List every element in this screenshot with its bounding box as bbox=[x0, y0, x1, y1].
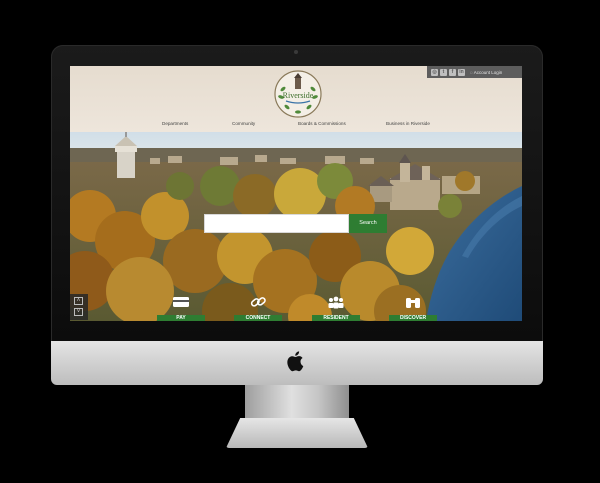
quick-link-connect[interactable]: CONNECT bbox=[234, 294, 282, 321]
quick-link-resident[interactable]: RESIDENT bbox=[312, 294, 360, 321]
website-screen: ◎ t f in ◌ Account Login Riverside Depar… bbox=[70, 66, 522, 321]
instagram-icon[interactable]: ◎ bbox=[431, 68, 438, 76]
search-button[interactable]: Search bbox=[349, 214, 387, 233]
account-login-link[interactable]: ◌ Account Login bbox=[470, 70, 502, 75]
slide-controls: ˄ ˅ bbox=[70, 294, 88, 320]
link-chain-icon bbox=[250, 297, 266, 307]
nav-community[interactable]: Community bbox=[232, 121, 255, 126]
nav-departments[interactable]: Departments bbox=[162, 121, 188, 126]
monitor-stand-neck bbox=[245, 385, 349, 421]
quick-link-discover[interactable]: DISCOVER bbox=[389, 294, 437, 321]
search-input[interactable] bbox=[204, 214, 349, 233]
primary-nav: Departments Community Boards & Commissio… bbox=[70, 121, 522, 131]
riverside-logo[interactable]: Riverside bbox=[273, 69, 323, 119]
quick-link-pay-label: PAY bbox=[157, 315, 205, 321]
nav-business[interactable]: Business in Riverside bbox=[386, 121, 430, 126]
monitor-stand-base bbox=[226, 418, 368, 448]
people-icon bbox=[328, 296, 344, 309]
camera-icon bbox=[294, 50, 298, 54]
logo-text: Riverside bbox=[283, 91, 314, 100]
utility-bar: ◎ t f in ◌ Account Login bbox=[427, 66, 522, 78]
chevron-up-icon[interactable]: ˄ bbox=[74, 297, 83, 305]
apple-logo-icon bbox=[287, 351, 304, 372]
account-login-label: Account Login bbox=[473, 69, 503, 75]
twitter-icon[interactable]: t bbox=[440, 68, 447, 76]
quick-link-discover-label: DISCOVER bbox=[389, 315, 437, 321]
binoculars-icon bbox=[406, 298, 420, 308]
chevron-down-icon[interactable]: ˅ bbox=[74, 308, 83, 316]
credit-card-icon bbox=[173, 297, 189, 307]
quick-link-connect-label: CONNECT bbox=[234, 315, 282, 321]
user-icon: ◌ bbox=[470, 69, 473, 75]
quick-link-pay[interactable]: PAY bbox=[157, 294, 205, 321]
quick-link-resident-label: RESIDENT bbox=[312, 315, 360, 321]
facebook-icon[interactable]: f bbox=[449, 68, 456, 76]
linkedin-icon[interactable]: in bbox=[458, 68, 465, 76]
nav-boards-commissions[interactable]: Boards & Commissions bbox=[298, 121, 346, 126]
